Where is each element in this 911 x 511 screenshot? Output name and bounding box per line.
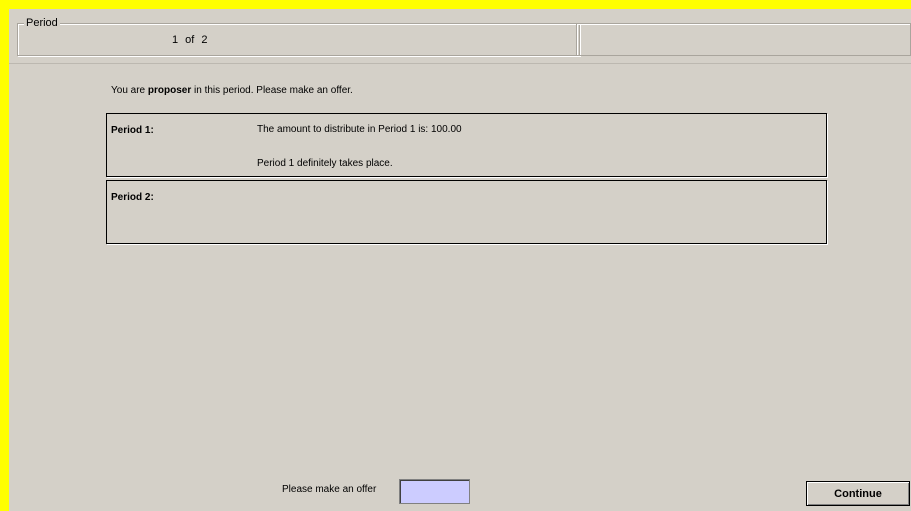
offer-label: Please make an offer <box>282 484 377 495</box>
period-1-amount: The amount to distribute in Period 1 is:… <box>257 124 462 135</box>
period-2-box: Period 2: <box>106 180 827 244</box>
period-2-label: Period 2: <box>111 192 154 203</box>
period-1-status: Period 1 definitely takes place. <box>257 158 393 169</box>
continue-button[interactable]: Continue <box>806 481 910 506</box>
period-groupbox: Period 1 of 2 <box>17 16 580 56</box>
instruction-suffix: in this period. Please make an offer. <box>191 85 353 96</box>
offer-input[interactable] <box>399 479 470 504</box>
instruction-prefix: You are <box>111 85 148 96</box>
period-counter: 1 of 2 <box>172 34 208 46</box>
instruction-role: proposer <box>147 85 192 96</box>
period-1-box: Period 1: The amount to distribute in Pe… <box>106 113 827 177</box>
main-window: Period 1 of 2 You are proposer in this p… <box>9 9 911 511</box>
period-legend: Period <box>24 16 60 30</box>
status-box <box>576 23 911 56</box>
instruction-text: You are proposer in this period. Please … <box>111 85 353 96</box>
period-1-label: Period 1: <box>111 125 154 136</box>
header-divider <box>9 63 911 64</box>
